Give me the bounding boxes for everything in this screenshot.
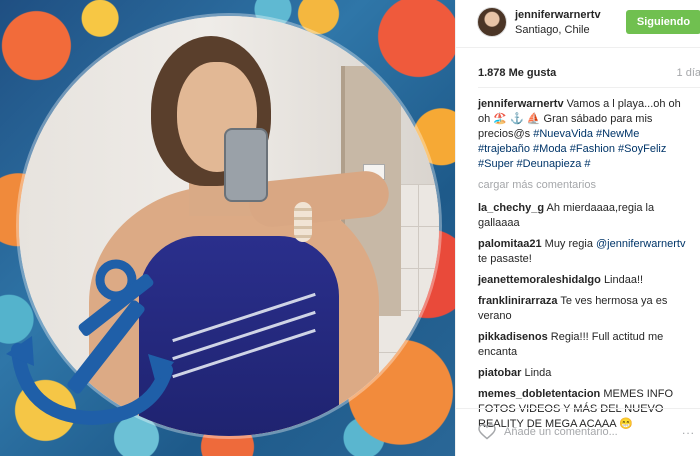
comment-username[interactable]: franklinirarraza	[478, 295, 557, 307]
comment-item: palomitaa21 Muy regia @jenniferwarnertv …	[478, 237, 692, 267]
caption: jenniferwarnertv Vamos a l playa...oh oh…	[478, 97, 692, 172]
caption-username[interactable]: jenniferwarnertv	[478, 98, 564, 110]
comment-composer: ...	[456, 408, 700, 456]
post-photo[interactable]	[0, 0, 455, 456]
divider	[478, 87, 700, 88]
comment-item: franklinirarraza Te ves hermosa ya es ve…	[478, 294, 692, 324]
load-more-comments-link[interactable]: cargar más comentarios	[478, 178, 692, 193]
comment-input[interactable]	[504, 423, 674, 441]
more-options-icon[interactable]: ...	[682, 423, 695, 437]
comment-username[interactable]: pikkadisenos	[478, 331, 548, 343]
comment-username[interactable]: memes_dobletentacion	[478, 388, 600, 400]
comment-item: la_chechy_g Ah mierdaaaa,regia la gallaa…	[478, 201, 692, 231]
post-header: jenniferwarnertv Santiago, Chile Siguien…	[456, 0, 700, 48]
comment-text: Lindaa!!	[603, 274, 644, 286]
comment-text: Muy regia	[544, 238, 593, 250]
comment-list: jenniferwarnertv Vamos a l playa...oh oh…	[478, 97, 692, 438]
post-details-panel: jenniferwarnertv Santiago, Chile Siguien…	[455, 0, 700, 456]
anchor-icon	[6, 259, 174, 426]
likes-count[interactable]: 1.878 Me gusta	[478, 67, 556, 79]
likes-row: 1.878 Me gusta 1 día	[478, 67, 700, 83]
comment-item: jeanettemoraleshidalgo Lindaa!!	[478, 273, 692, 288]
post-date[interactable]: 1 día	[677, 67, 700, 79]
comment-text: te pasaste!	[478, 253, 532, 265]
comment-username[interactable]: palomitaa21	[478, 238, 542, 250]
comment-item: pikkadisenos Regia!!! Full actitud me en…	[478, 330, 692, 360]
header-username[interactable]: jenniferwarnertv	[515, 9, 601, 21]
smartphone	[224, 128, 268, 202]
comment-username[interactable]: la_chechy_g	[478, 202, 544, 214]
comment-mention[interactable]: @jenniferwarnertv	[596, 238, 685, 250]
comment-username[interactable]: jeanettemoraleshidalgo	[478, 274, 601, 286]
avatar[interactable]	[477, 7, 507, 37]
header-location[interactable]: Santiago, Chile	[515, 24, 590, 36]
comment-item: piatobar Linda	[478, 366, 692, 381]
following-button[interactable]: Siguiendo	[626, 10, 700, 34]
bracelet	[294, 202, 312, 242]
heart-icon[interactable]	[478, 424, 496, 440]
comment-text: Linda	[524, 367, 552, 379]
comment-username[interactable]: piatobar	[478, 367, 521, 379]
